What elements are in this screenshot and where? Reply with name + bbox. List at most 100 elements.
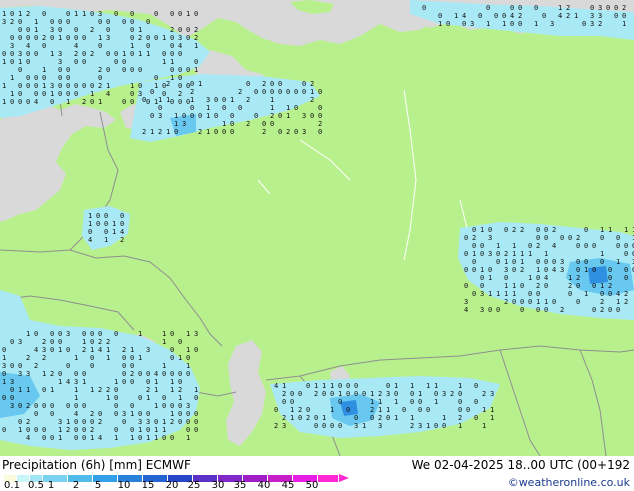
grid-value: 1 [496, 290, 500, 298]
grid-value: 0 [106, 26, 110, 34]
grid-value: 0 [552, 298, 556, 306]
grid-value: 0 [114, 50, 118, 58]
grid-value: 0 [34, 410, 38, 418]
grid-value: 0 [98, 18, 102, 26]
grid-value: 0 [282, 398, 286, 406]
grid-value: 2 [74, 50, 78, 58]
grid-value: 0 [294, 88, 298, 96]
grid-value: 0 [322, 390, 326, 398]
grid-value: 3 [18, 370, 22, 378]
grid-value: 0 [590, 4, 594, 12]
grid-value: 1 [42, 82, 46, 90]
grid-value: 0 [178, 370, 182, 378]
grid-value: 0 [536, 226, 540, 234]
grid-value: 1 [88, 220, 92, 228]
grid-value: 0 [66, 90, 70, 98]
grid-value: 2 [624, 290, 628, 298]
grid-value: 0 [472, 266, 476, 274]
grid-value: 0 [472, 290, 476, 298]
grid-value: 0 [592, 306, 596, 314]
grid-value: 1 [426, 422, 430, 430]
grid-value: 0 [42, 426, 46, 434]
grid-value: 0 [616, 306, 620, 314]
grid-value: 0 [58, 330, 62, 338]
grid-value: 0 [130, 426, 134, 434]
grid-value: 0 [104, 228, 108, 236]
grid-value: 1 [154, 402, 158, 410]
grid-value: 0 [262, 88, 266, 96]
grid-value: 0 [298, 414, 302, 422]
grid-value: 1 [154, 82, 158, 90]
grid-value: 0 [146, 426, 150, 434]
grid-value: 2 [42, 338, 46, 346]
grid-value: 1 [166, 128, 170, 136]
grid-value: 0 [600, 258, 604, 266]
grid-value: 0 [96, 220, 100, 228]
grid-value: 3 [386, 390, 390, 398]
grid-value: 0 [34, 82, 38, 90]
grid-value: 0 [608, 274, 612, 282]
grid-value: 1 [138, 354, 142, 362]
grid-value: 2 [576, 274, 580, 282]
grid-value: 0 [142, 96, 146, 104]
credit-text[interactable]: ©weatheronline.co.uk [508, 476, 630, 489]
grid-value: 1 [106, 354, 110, 362]
scale-tick-label: 20 [165, 480, 179, 491]
grid-value: 1 [2, 58, 6, 66]
grid-value: 0 [520, 298, 524, 306]
grid-value: 0 [74, 370, 78, 378]
grid-value: 0 [190, 112, 194, 120]
grid-value: 0 [34, 34, 38, 42]
grid-value: 1 [138, 426, 142, 434]
grid-value: 1 [488, 290, 492, 298]
grid-value: 0 [560, 234, 564, 242]
grid-value: 0 [306, 382, 310, 390]
grid-value: 3 [122, 410, 126, 418]
grid-value: 0 [106, 18, 110, 26]
grid-value: 1 [434, 398, 438, 406]
grid-value: 1 [504, 282, 508, 290]
grid-value: 0 [616, 234, 620, 242]
grid-value: 1 [186, 434, 190, 442]
grid-value: 2 [120, 236, 124, 244]
grid-value: 0 [480, 274, 484, 282]
grid-value: 1 [130, 434, 134, 442]
grid-value: 0 [178, 378, 182, 386]
grid-value: 0 [114, 330, 118, 338]
grid-value: 0 [90, 82, 94, 90]
grid-value: 1 [112, 220, 116, 228]
grid-value: 3 [58, 58, 62, 66]
grid-value: 0 [146, 34, 150, 42]
grid-value: 2 [450, 390, 454, 398]
grid-value: 0 [246, 80, 250, 88]
grid-value: 4 [178, 42, 182, 50]
grid-value: 1 [158, 96, 162, 104]
grid-value: 0 [74, 426, 78, 434]
grid-value: 1 [584, 266, 588, 274]
grid-value: 1 [378, 398, 382, 406]
grid-value: 4 [154, 370, 158, 378]
grid-value: 1 [90, 386, 94, 394]
grid-value: 2 [50, 370, 54, 378]
grid-value: 0 [96, 212, 100, 220]
grid-value: 0 [462, 20, 466, 28]
grid-value: 1 [66, 418, 70, 426]
grid-value: 0 [170, 402, 174, 410]
scale-tick-label: 1 [47, 480, 55, 491]
grid-value: 1 [386, 406, 390, 414]
grid-value: 1 [418, 390, 422, 398]
grid-value: 1 [18, 10, 22, 18]
grid-value: 1 [150, 128, 154, 136]
grid-value: 3 [138, 418, 142, 426]
grid-value: 0 [302, 80, 306, 88]
grid-value: 1 [502, 20, 506, 28]
grid-value: 0 [502, 12, 506, 20]
grid-value: 0 [394, 390, 398, 398]
grid-value: 1 [536, 298, 540, 306]
grid-value: 0 [10, 58, 14, 66]
grid-value: 0 [278, 128, 282, 136]
grid-value: 1 [438, 20, 442, 28]
grid-value: 0 [290, 398, 294, 406]
grid-value: 1 [2, 378, 6, 386]
grid-value: 1 [608, 226, 612, 234]
